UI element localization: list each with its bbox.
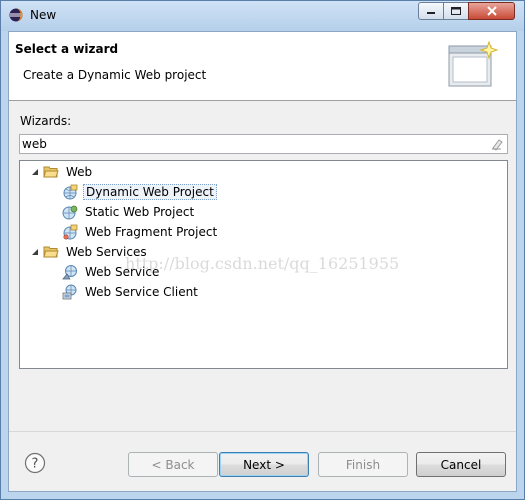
wizard-banner-icon [448,40,499,87]
tree-group-web[interactable]: Web [43,162,94,182]
folder-open-icon [43,166,59,178]
wizard-header: Select a wizard Create a Dynamic Web pro… [9,32,516,101]
filter-field[interactable] [19,134,508,154]
maximize-icon [451,7,461,15]
page-description: Create a Dynamic Web project [23,68,207,82]
close-icon [486,6,497,16]
tree-group-label: Web [66,165,93,179]
tree-item-label: Dynamic Web Project [83,184,217,200]
cancel-button[interactable]: Cancel [416,452,506,477]
tree-group-web-services[interactable]: Web Services [43,242,149,262]
expand-toggle-icon[interactable] [31,169,39,177]
wizard-tree[interactable]: Web Dynamic Web Project Static Web Proje… [19,160,508,369]
dynamic-web-project-icon [63,184,78,200]
help-icon[interactable]: ? [24,452,46,474]
folder-open-icon [43,246,59,258]
dialog-client-area: Select a wizard Create a Dynamic Web pro… [8,31,517,492]
web-service-client-icon [62,284,77,300]
eclipse-icon [9,8,23,22]
wizard-filter-input[interactable] [22,136,482,152]
back-button[interactable]: < Back [128,452,218,477]
finish-button[interactable]: Finish [318,452,408,477]
tree-item-label: Static Web Project [85,205,195,219]
wizards-label: Wizards: [20,114,72,128]
web-service-icon [62,265,77,280]
tree-group-label: Web Services [66,245,147,259]
minimize-button[interactable] [418,2,444,20]
page-title: Select a wizard [15,42,119,56]
window-title: New [30,8,57,22]
clear-filter-icon[interactable] [490,137,504,151]
tree-item-static-web-project[interactable]: Static Web Project [62,202,196,222]
tree-item-label: Web Fragment Project [85,225,218,239]
static-web-project-icon [62,205,78,220]
svg-text:?: ? [32,457,39,472]
title-bar[interactable]: New [1,1,524,31]
tree-item-web-fragment-project[interactable]: Web Fragment Project [62,222,219,242]
minimize-icon [427,12,435,14]
tree-item-dynamic-web-project[interactable]: Dynamic Web Project [62,182,217,202]
close-button[interactable] [468,2,515,20]
tree-item-web-service-client[interactable]: Web Service Client [62,282,200,302]
tree-item-web-service[interactable]: Web Service [62,262,161,282]
web-fragment-project-icon [63,224,78,240]
expand-toggle-icon[interactable] [31,249,39,257]
tree-item-label: Web Service Client [85,285,198,299]
watermark-text: http://blog.csdn.net/qq_16251955 [125,254,400,273]
maximize-button[interactable] [443,2,469,20]
next-button[interactable]: Next > [219,452,309,477]
footer-divider [9,431,516,432]
wizard-dialog-window: New Select a wizard Create a Dynamic Web… [0,0,525,500]
tree-item-label: Web Service [85,265,160,279]
